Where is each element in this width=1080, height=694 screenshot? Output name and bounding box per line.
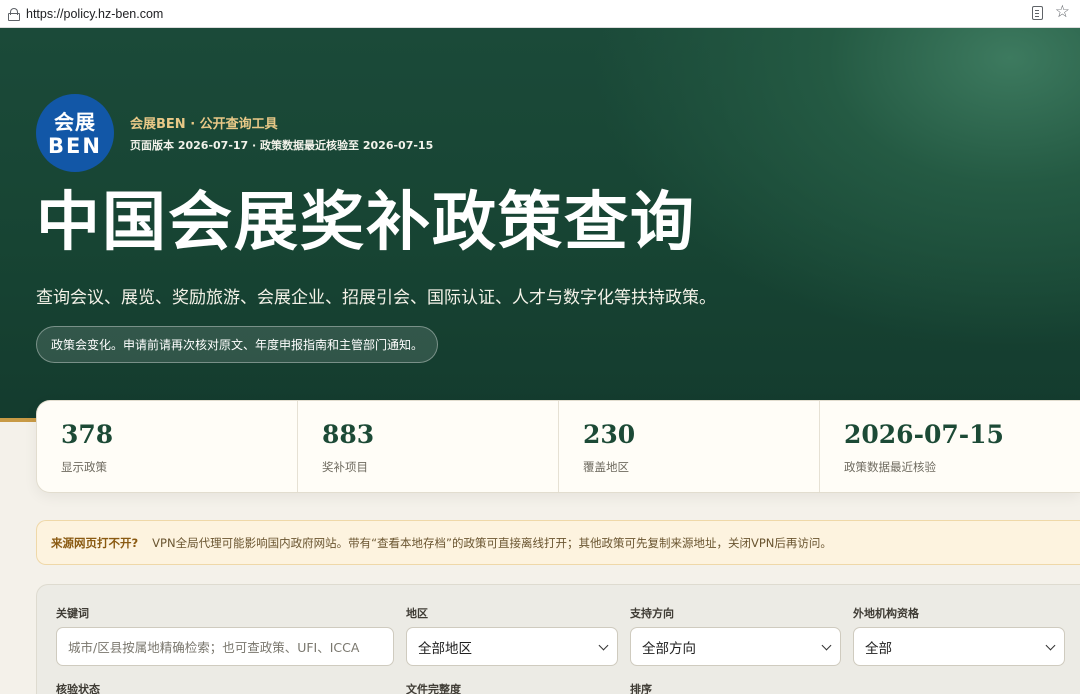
logo-top-text: 会展 (54, 109, 96, 134)
brand-logo: 会展 BEN (36, 94, 114, 172)
chevron-down-icon (1045, 640, 1056, 651)
stat-regions: 230 覆盖地区 (559, 401, 820, 492)
logo-bottom-text: BEN (48, 133, 102, 158)
stat-label: 政策数据最近核验 (844, 459, 936, 474)
stat-last-verified: 2026-07-15 政策数据最近核验 (820, 401, 1080, 492)
version-info: 页面版本 2026-07-17 · 政策数据最近核验至 2026-07-15 (130, 139, 434, 152)
vpn-warning-banner: 来源网页打不开? VPN全局代理可能影响国内政府网站。带有“查看本地存档”的政策… (36, 520, 1080, 565)
stat-value: 2026-07-15 (844, 420, 1004, 449)
bookmark-star-icon[interactable]: ☆ (1055, 4, 1070, 21)
reader-view-icon[interactable] (1031, 5, 1043, 20)
browser-address-bar[interactable]: https://policy.hz-ben.com ☆ (0, 0, 1080, 28)
brand-name: 会展BEN · 公开查询工具 (130, 117, 278, 132)
foreign-eligibility-value: 全部 (865, 640, 892, 657)
stat-label: 显示政策 (61, 459, 107, 474)
stat-subsidy-items: 883 奖补项目 (298, 401, 559, 492)
sort-label: 排序 (630, 683, 652, 694)
chevron-down-icon (821, 640, 832, 651)
region-value: 全部地区 (418, 640, 472, 657)
verify-status-label: 核验状态 (56, 683, 100, 694)
direction-select[interactable]: 全部方向 (630, 627, 841, 666)
browser-actions: ☆ (1031, 4, 1070, 21)
hero-accent-line (0, 418, 40, 422)
stats-panel: 378 显示政策 883 奖补项目 230 覆盖地区 2026-07-15 政策… (36, 400, 1080, 493)
url-text[interactable]: https://policy.hz-ben.com (26, 7, 163, 21)
stat-value: 883 (322, 420, 375, 449)
keyword-input[interactable]: 城市/区县按属地精确检索；也可查政策、UFI、ICCA (56, 627, 394, 666)
direction-label: 支持方向 (630, 607, 674, 620)
stat-label: 覆盖地区 (583, 459, 629, 474)
region-label: 地区 (406, 607, 428, 620)
page-title: 中国会展奖补政策查询 (36, 185, 696, 260)
warning-title: 来源网页打不开? (51, 535, 139, 550)
warning-text: VPN全局代理可能影响国内政府网站。带有“查看本地存档”的政策可直接离线打开；其… (152, 535, 832, 550)
keyword-placeholder: 城市/区县按属地精确检索；也可查政策、UFI、ICCA (68, 640, 360, 655)
region-select[interactable]: 全部地区 (406, 627, 618, 666)
page-subtitle: 查询会议、展览、奖励旅游、会展企业、招展引会、国际认证、人才与数字化等扶持政策。 (36, 288, 716, 308)
direction-value: 全部方向 (642, 640, 696, 657)
stat-value: 378 (61, 420, 114, 449)
policy-change-notice: 政策会变化。申请前请再次核对原文、年度申报指南和主管部门通知。 (36, 326, 439, 363)
stat-policies: 378 显示政策 (37, 401, 298, 492)
file-completeness-label: 文件完整度 (406, 683, 461, 694)
stat-label: 奖补项目 (322, 459, 368, 474)
foreign-eligibility-select[interactable]: 全部 (853, 627, 1065, 666)
stat-value: 230 (583, 420, 636, 449)
keyword-label: 关键词 (56, 607, 89, 620)
filter-panel: 关键词 城市/区县按属地精确检索；也可查政策、UFI、ICCA 地区 全部地区 … (36, 584, 1080, 694)
foreign-eligibility-label: 外地机构资格 (853, 607, 919, 620)
chevron-down-icon (598, 640, 609, 651)
lock-icon (8, 8, 20, 21)
